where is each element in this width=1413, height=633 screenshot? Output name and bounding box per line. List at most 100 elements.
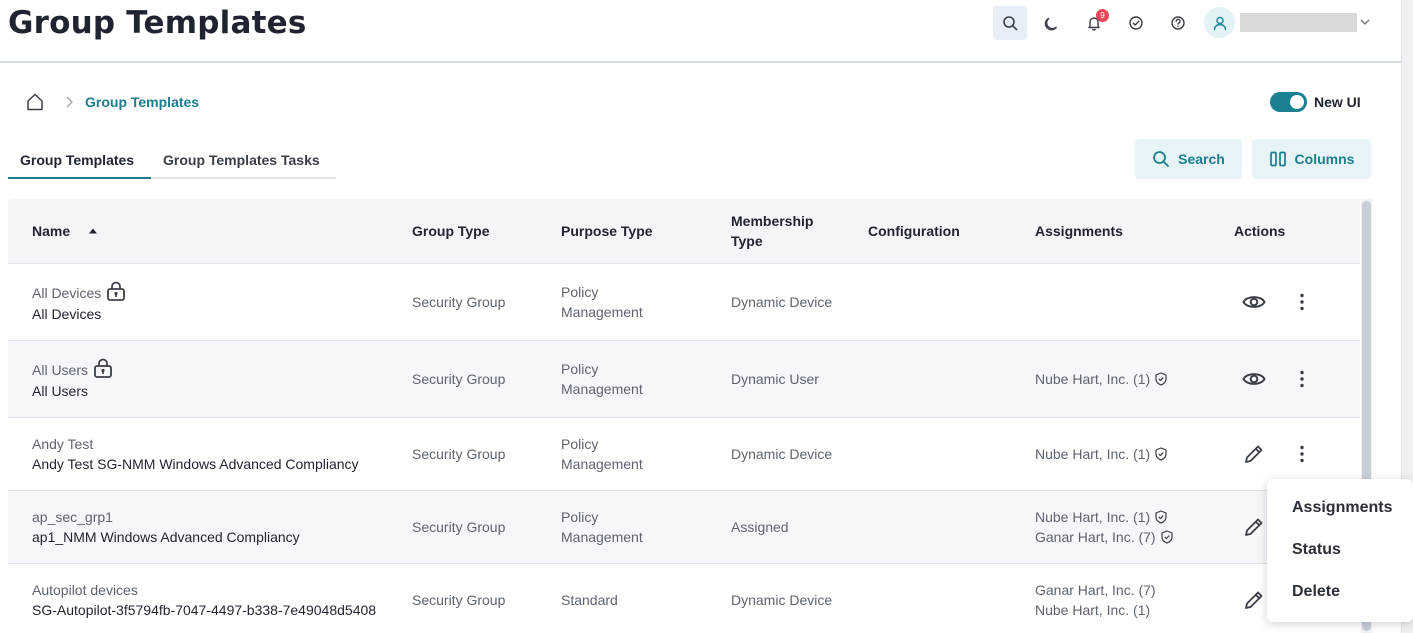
user-avatar[interactable] <box>1204 7 1235 38</box>
columns-button-label: Columns <box>1294 151 1355 167</box>
user-name-redacted[interactable] <box>1240 13 1357 32</box>
more-actions-button[interactable] <box>1292 290 1312 314</box>
edit-button[interactable] <box>1242 442 1266 466</box>
kebab-menu-icon <box>1300 445 1304 463</box>
row-subname: Andy Test SG-NMM Windows Advanced Compli… <box>32 456 359 472</box>
col-name-header[interactable]: Name <box>32 221 98 241</box>
row-group-type: Security Group <box>412 446 506 462</box>
row-subname: ap1_NMM Windows Advanced Compliancy <box>32 529 300 545</box>
row-assignment: Ganar Hart, Inc. (7) Nube Hart, Inc. (1) <box>1035 582 1156 618</box>
table-row[interactable]: Autopilot devices SG-Autopilot-3f5794fb-… <box>8 564 1360 633</box>
chevron-down-icon[interactable] <box>1359 16 1371 28</box>
breadcrumb-current[interactable]: Group Templates <box>85 94 199 110</box>
row-membership: Dynamic Device <box>731 592 833 608</box>
search-icon-button[interactable] <box>993 6 1027 40</box>
dark-mode-button[interactable] <box>1035 6 1069 40</box>
lock-icon <box>94 358 112 378</box>
table-row[interactable]: ap_sec_grp1 ap1_NMM Windows Advanced Com… <box>8 491 1360 564</box>
pencil-icon <box>1245 591 1263 609</box>
search-icon <box>1003 16 1018 31</box>
row-subname: SG-Autopilot-3f5794fb-7047-4497-b338-7e4… <box>32 602 377 618</box>
shield-check-icon <box>1155 447 1167 461</box>
tab-group-templates[interactable]: Group Templates <box>20 152 134 168</box>
home-icon[interactable] <box>25 92 45 112</box>
new-ui-label: New UI <box>1314 94 1361 110</box>
table-header: Name Group Type Purpose Type Membership … <box>8 199 1360 264</box>
moon-icon <box>1044 17 1057 31</box>
row-assignment: Nube Hart, Inc. (1) <box>1035 369 1168 389</box>
columns-icon <box>1269 151 1286 167</box>
kebab-menu-icon <box>1300 370 1304 388</box>
row-name: All Devices <box>32 280 127 303</box>
view-button[interactable] <box>1242 367 1266 391</box>
row-group-type: Security Group <box>412 592 506 608</box>
new-ui-toggle[interactable] <box>1270 92 1307 112</box>
group-templates-table: Name Group Type Purpose Type Membership … <box>8 199 1360 633</box>
tasks-button[interactable] <box>1119 6 1153 40</box>
eye-icon <box>1242 373 1266 385</box>
menu-item-assignments[interactable]: Assignments <box>1292 499 1392 517</box>
row-purpose: Policy Management <box>561 509 643 545</box>
sort-ascending-icon[interactable] <box>88 227 98 235</box>
page-title: Group Templates <box>8 5 307 41</box>
col-name-label: Name <box>32 223 71 239</box>
row-name: All Users <box>32 357 114 380</box>
row-name: Autopilot devices <box>32 582 138 598</box>
tab-group-templates-tasks[interactable]: Group Templates Tasks <box>163 152 320 168</box>
row-membership: Dynamic Device <box>731 294 833 310</box>
more-actions-button[interactable] <box>1292 367 1312 391</box>
col-assignments-header[interactable]: Assignments <box>1035 221 1123 241</box>
row-membership: Dynamic User <box>731 371 819 387</box>
col-configuration-header[interactable]: Configuration <box>868 221 960 241</box>
more-actions-button[interactable] <box>1292 442 1312 466</box>
row-membership: Assigned <box>731 519 789 535</box>
row-membership: Dynamic Device <box>731 446 833 462</box>
col-membership-line1: Membership <box>731 213 814 229</box>
row-assignment: Nube Hart, Inc. (1) Ganar Hart, Inc. (7) <box>1035 507 1174 547</box>
chevron-right-icon <box>66 96 73 108</box>
row-purpose: Policy Management <box>561 284 643 320</box>
col-membership-type-header[interactable]: Membership Type <box>731 211 813 251</box>
shield-check-icon <box>1155 510 1167 524</box>
edit-button[interactable] <box>1242 515 1266 539</box>
row-purpose: Standard <box>561 592 618 608</box>
menu-item-delete[interactable]: Delete <box>1292 583 1340 601</box>
col-membership-line2: Type <box>731 233 763 249</box>
check-badge-icon <box>1129 16 1143 30</box>
row-actions-menu: Assignments Status Delete <box>1267 479 1413 622</box>
row-assignment: Nube Hart, Inc. (1) <box>1035 444 1168 464</box>
row-name: ap_sec_grp1 <box>32 509 113 525</box>
row-group-type: Security Group <box>412 294 506 310</box>
row-name: Andy Test <box>32 436 94 452</box>
row-purpose: Policy Management <box>561 436 643 472</box>
col-purpose-type-header[interactable]: Purpose Type <box>561 221 653 241</box>
table-row[interactable]: Andy Test Andy Test SG-NMM Windows Advan… <box>8 418 1360 491</box>
top-header: Group Templates 9 <box>0 0 1401 63</box>
active-tab-indicator <box>8 177 151 179</box>
help-button[interactable] <box>1161 6 1195 40</box>
pencil-icon <box>1245 445 1263 463</box>
shield-check-icon <box>1155 372 1167 386</box>
user-icon <box>1213 16 1226 30</box>
notification-badge: 9 <box>1096 9 1109 22</box>
row-subname: All Devices <box>32 306 102 322</box>
view-button[interactable] <box>1242 290 1266 314</box>
pencil-icon <box>1245 518 1263 536</box>
edit-button[interactable] <box>1242 588 1266 612</box>
table-row[interactable]: All Users All Users Security Group Polic… <box>8 341 1360 418</box>
toggle-knob <box>1290 95 1304 109</box>
row-group-type: Security Group <box>412 371 506 387</box>
menu-item-status[interactable]: Status <box>1292 541 1341 559</box>
columns-button[interactable]: Columns <box>1252 139 1371 179</box>
kebab-menu-icon <box>1300 293 1304 311</box>
eye-icon <box>1242 296 1266 308</box>
row-purpose: Policy Management <box>561 361 643 397</box>
tab-bar: Group Templates Group Templates Tasks <box>8 148 336 179</box>
col-group-type-header[interactable]: Group Type <box>412 221 490 241</box>
search-button[interactable]: Search <box>1135 139 1242 179</box>
table-row[interactable]: All Devices All Devices Security Group P… <box>8 264 1360 341</box>
lock-icon <box>107 281 126 301</box>
notifications-button[interactable]: 9 <box>1077 6 1111 40</box>
col-actions-header: Actions <box>1234 223 1286 239</box>
row-subname: All Users <box>32 383 89 399</box>
